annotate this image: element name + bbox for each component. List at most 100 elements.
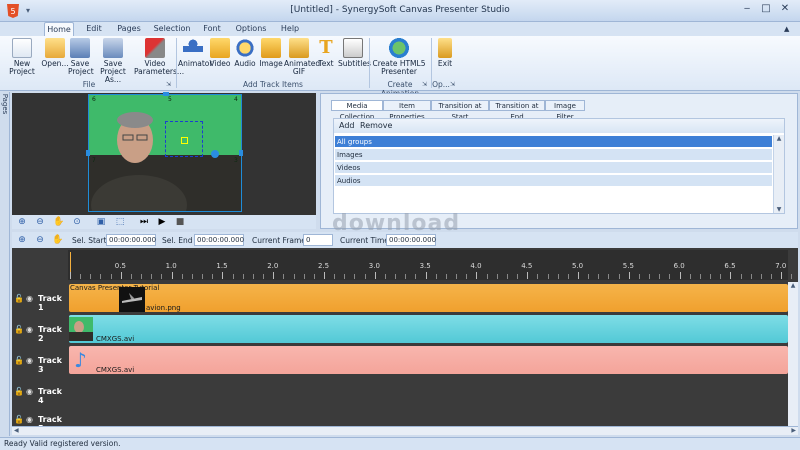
media-group-audios[interactable]: Audios [335, 175, 772, 187]
track-lock-icon[interactable]: 🔓 [14, 325, 24, 334]
pan-hand-icon[interactable]: ✋ [53, 216, 65, 228]
tab-transition-at-start[interactable]: Transition at Start [431, 100, 489, 121]
minimize-button[interactable]: ‒ [738, 2, 756, 16]
ruler-tick [710, 274, 712, 279]
timeline-horizontal-scrollbar[interactable]: ◀ ▶ [12, 426, 798, 435]
stop-icon[interactable]: ■ [174, 216, 186, 228]
track-1-clip[interactable]: Canvas Presenter Tutorial avion.png [69, 284, 788, 312]
ruler-tick-label: 3.0 [368, 262, 380, 270]
tab-transition-at-end[interactable]: Transition at End [489, 100, 545, 121]
save-project-as-button[interactable]: Save Project As... [92, 36, 134, 84]
ruler-tick [638, 274, 640, 279]
zoom-fit-icon[interactable]: ⊙ [71, 216, 83, 228]
audio-button[interactable]: Audio [232, 36, 258, 68]
scroll-down-icon[interactable]: ▼ [774, 206, 784, 213]
sel-start-input[interactable]: 00:00:00.000 [106, 234, 156, 246]
current-frame-input[interactable]: 0 [303, 234, 333, 246]
tab-selection[interactable]: Selection [152, 22, 192, 36]
ruler-tick [252, 274, 254, 279]
pages-side-panel[interactable]: Pages [0, 92, 10, 436]
tab-edit[interactable]: Edit [82, 22, 106, 36]
resize-handle-left[interactable] [86, 150, 90, 156]
create-html5-presenter-button[interactable]: Create HTML5 Presenter [371, 36, 427, 76]
track-visibility-icon[interactable]: ◉ [26, 325, 33, 334]
scroll-up-icon[interactable]: ▲ [788, 282, 798, 289]
ribbon-help-icon[interactable]: ▲ [784, 25, 794, 33]
exit-button[interactable]: Exit [433, 36, 457, 68]
tab-font[interactable]: Font [199, 22, 225, 36]
track-visibility-icon[interactable]: ◉ [26, 387, 33, 396]
media-list-scrollbar[interactable]: ▲ ▼ [773, 135, 784, 213]
track-2-clip[interactable]: CMXGS.avi [69, 315, 788, 343]
media-group-all[interactable]: All groups [335, 136, 772, 148]
animated-gif-button[interactable]: Animated GIF [284, 36, 320, 76]
image-button[interactable]: Image [258, 36, 284, 68]
ruler-tick [242, 274, 244, 279]
track-visibility-icon[interactable]: ◉ [26, 294, 33, 303]
track-lock-icon[interactable]: 🔓 [14, 356, 24, 365]
media-group-images[interactable]: Images [335, 149, 772, 161]
play-from-start-icon[interactable]: ⏭ [138, 216, 150, 228]
track-visibility-icon[interactable]: ◉ [26, 356, 33, 365]
track-lock-icon[interactable]: 🔓 [14, 415, 24, 424]
tab-image-filter[interactable]: Image Filter [545, 100, 585, 121]
tab-media-collection[interactable]: Media Collection [331, 100, 383, 121]
file-group-launcher-icon[interactable]: ⇲ [166, 81, 173, 88]
timeline-zoom-in-icon[interactable]: ⊕ [16, 234, 28, 246]
track-lock-icon[interactable]: 🔓 [14, 387, 24, 396]
sel-end-input[interactable]: 00:00:00.000 [194, 234, 244, 246]
track-3-clip[interactable]: ♪ CMXGS.avi [69, 346, 788, 374]
video-button[interactable]: Video [208, 36, 232, 68]
exit-door-icon [438, 38, 452, 58]
timeline-zoom-out-icon[interactable]: ⊖ [34, 234, 46, 246]
frame-icon[interactable]: ▣ [95, 216, 107, 228]
options-launcher-icon[interactable]: ⇲ [450, 81, 457, 88]
tab-help[interactable]: Help [278, 22, 302, 36]
maximize-button[interactable]: □ [757, 2, 775, 16]
timeline-fit-icon[interactable]: ✋ [52, 234, 64, 246]
timeline-vertical-scrollbar[interactable]: ▲ [788, 282, 798, 432]
rotate-handle[interactable] [211, 150, 219, 158]
subtitles-button[interactable]: Subtitles [338, 36, 371, 68]
save-project-button[interactable]: Save Project [68, 36, 94, 76]
scroll-left-icon[interactable]: ◀ [14, 427, 19, 434]
close-button[interactable]: ✕ [776, 2, 794, 16]
text-button[interactable]: T Text [314, 36, 338, 68]
ruler-tick [354, 274, 356, 279]
play-icon[interactable]: ▶ [156, 216, 168, 228]
open-button[interactable]: Open... [40, 36, 70, 68]
resize-handle-top[interactable] [163, 92, 169, 96]
ruler-tick [588, 274, 590, 279]
tab-pages[interactable]: Pages [114, 22, 144, 36]
canvas-stage[interactable]: 6 5 4 7 3 [88, 94, 242, 212]
corner-number: 3 [234, 157, 238, 164]
tab-home[interactable]: Home [44, 22, 74, 36]
current-time-input[interactable]: 00:00:00.000 [386, 234, 436, 246]
video-parameters-button[interactable]: Video Parameters... [134, 36, 184, 76]
ruler-tick [191, 274, 193, 279]
tab-item-properties[interactable]: Item Properties [383, 100, 431, 121]
track-name: Track 1 [38, 294, 62, 312]
ruler-tick [679, 272, 681, 279]
ruler-tick [303, 274, 305, 279]
scroll-right-icon[interactable]: ▶ [791, 427, 796, 434]
selection-center-handle[interactable] [181, 137, 188, 144]
create-animation-launcher-icon[interactable]: ⇲ [422, 81, 429, 88]
ruler-tick [517, 274, 519, 279]
resize-handle-right[interactable] [239, 150, 243, 156]
scroll-up-icon[interactable]: ▲ [774, 135, 784, 142]
select-icon[interactable]: ⬚ [114, 216, 126, 228]
track-lock-icon[interactable]: 🔓 [14, 294, 24, 303]
ruler-tick-label: 1.0 [165, 262, 177, 270]
ruler-tick [781, 272, 783, 279]
add-media-button[interactable]: Add [339, 121, 355, 130]
animator-button[interactable]: Animator [178, 36, 212, 68]
new-project-button[interactable]: New Project [4, 36, 40, 76]
zoom-in-icon[interactable]: ⊕ [16, 216, 28, 228]
tab-options[interactable]: Options [234, 22, 268, 36]
zoom-out-icon[interactable]: ⊖ [34, 216, 46, 228]
remove-media-button[interactable]: Remove [360, 121, 392, 130]
media-group-videos[interactable]: Videos [335, 162, 772, 174]
ruler-tick [425, 272, 427, 279]
track-visibility-icon[interactable]: ◉ [26, 415, 33, 424]
